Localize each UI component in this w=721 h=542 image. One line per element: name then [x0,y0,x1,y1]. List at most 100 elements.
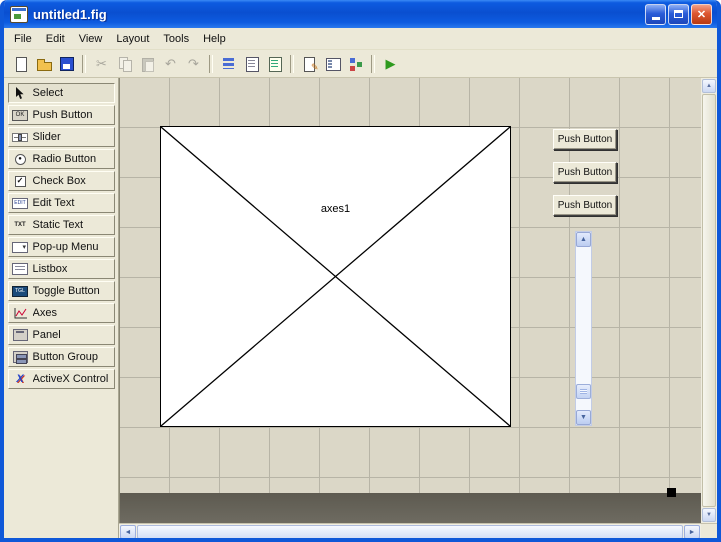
right-gutter: ▲ ▼ [701,78,717,538]
palette-tool-check-box[interactable]: ✓ Check Box [7,171,115,191]
run-button[interactable]: ▶ [379,53,402,75]
vertical-scroll-thumb[interactable] [702,94,716,507]
layout-canvas[interactable]: axes1 Push Button Push Button Push Butto… [119,78,701,523]
open-folder-icon [36,56,52,72]
ok-icon-text: OK [12,109,28,121]
slider-component[interactable]: ▲ ▼ [575,231,592,426]
slider-up-arrow[interactable]: ▲ [576,232,591,247]
minimize-button[interactable] [645,3,666,25]
radio-dot: ● [14,153,26,165]
txt-icon-text: TXT [14,222,26,228]
copy-button [113,53,136,75]
activex-x: X [16,372,24,385]
menu-layout[interactable]: Layout [109,30,156,48]
tgl-icon-text: TGL [12,285,28,297]
redo-button: ↷ [182,53,205,75]
menu-view[interactable]: View [72,30,110,48]
menu-edit[interactable]: Edit [39,30,72,48]
slider-down-arrow[interactable]: ▼ [576,410,591,425]
title-bar[interactable]: untitled1.fig ✕ [4,0,717,28]
undo-button: ↶ [159,53,182,75]
palette-tool-label: Edit Text [32,197,75,209]
palette-tool-static-text[interactable]: TXT Static Text [7,215,115,235]
tab-order-icon [267,56,283,72]
maximize-icon [674,10,683,18]
figure-outside-area [120,493,701,523]
palette-tool-button-group[interactable]: Button Group [7,347,115,367]
toolbar: ✂ ↶ ↷ ✎ ▶ [4,50,717,78]
object-browser-button[interactable] [344,53,367,75]
slider-thumb[interactable] [576,384,591,399]
palette-tool-panel[interactable]: Panel [7,325,115,345]
object-browser-icon [348,56,364,72]
horizontal-scrollbar[interactable]: ◄ ► [119,523,701,538]
figure-app-icon [10,5,28,23]
push-button-component-3[interactable]: Push Button [553,195,617,216]
toggle-button-icon: TGL [12,284,29,299]
guide-window: untitled1.fig ✕ File Edit View Layout To… [0,0,721,542]
palette-tool-label: Push Button [32,109,93,121]
save-figure-button[interactable] [55,53,78,75]
horizontal-scroll-thumb[interactable] [137,525,683,538]
undo-icon: ↶ [165,56,176,71]
push-button-label: Push Button [557,167,613,178]
run-icon: ▶ [385,56,396,71]
vertical-scrollbar[interactable]: ▲ ▼ [701,78,717,523]
panel-icon [12,328,29,343]
scroll-up-arrow[interactable]: ▲ [702,79,716,93]
axes-component[interactable]: axes1 [160,126,511,427]
scroll-down-arrow[interactable]: ▼ [702,508,716,522]
scroll-left-arrow[interactable]: ◄ [120,525,136,538]
palette-tool-label: Slider [32,131,61,143]
push-button-component-1[interactable]: Push Button [553,129,617,150]
push-button-label: Push Button [557,200,613,211]
palette-tool-toggle-button[interactable]: TGL Toggle Button [7,281,115,301]
property-inspector-icon [325,56,341,72]
paste-button [136,53,159,75]
mfile-editor-button[interactable]: ✎ [298,53,321,75]
activex-icon: X [12,372,29,387]
menu-editor-icon [244,56,260,72]
menu-help[interactable]: Help [196,30,233,48]
open-figure-button[interactable] [32,53,55,75]
scroll-right-arrow[interactable]: ► [684,525,700,538]
palette-tool-select[interactable]: Select [7,83,115,103]
copy-icon [117,56,133,72]
palette-tool-label: Radio Button [32,153,97,165]
figure-resize-handle[interactable] [667,488,676,497]
push-button-component-2[interactable]: Push Button [553,162,617,183]
palette-tool-activex[interactable]: X ActiveX Control [7,369,115,389]
tab-order-editor-button[interactable] [263,53,286,75]
menu-editor-button[interactable] [240,53,263,75]
toolbar-separator [290,54,294,73]
window-title: untitled1.fig [33,6,107,22]
palette-tool-label: Listbox [32,263,68,275]
menu-file[interactable]: File [7,30,39,48]
toolbar-separator [82,54,86,73]
window-controls: ✕ [645,3,712,25]
palette-tool-push-button[interactable]: OK Push Button [7,105,115,125]
menu-tools[interactable]: Tools [156,30,196,48]
new-figure-button[interactable] [9,53,32,75]
palette-tool-edit-text[interactable]: EDIT Edit Text [7,193,115,213]
select-cursor-icon [12,86,29,101]
push-button-icon: OK [12,108,29,123]
popup-arrow: ▾ [12,241,28,253]
close-button[interactable]: ✕ [691,3,712,25]
scrollbar-corner [701,523,717,538]
palette-tool-axes[interactable]: Axes [7,303,115,323]
cut-button: ✂ [90,53,113,75]
align-objects-button[interactable] [217,53,240,75]
maximize-button[interactable] [668,3,689,25]
close-icon: ✕ [696,8,707,21]
palette-tool-slider[interactable]: Slider [7,127,115,147]
axes-placeholder-cross [161,127,510,426]
save-floppy-icon [59,56,75,72]
palette-tool-popup-menu[interactable]: ▾ Pop-up Menu [7,237,115,257]
button-group-icon [12,350,29,365]
palette-tool-radio-button[interactable]: ● Radio Button [7,149,115,169]
palette-tool-listbox[interactable]: Listbox [7,259,115,279]
palette-tool-label: Panel [32,329,61,341]
palette-tool-label: Pop-up Menu [32,241,99,253]
property-inspector-button[interactable] [321,53,344,75]
